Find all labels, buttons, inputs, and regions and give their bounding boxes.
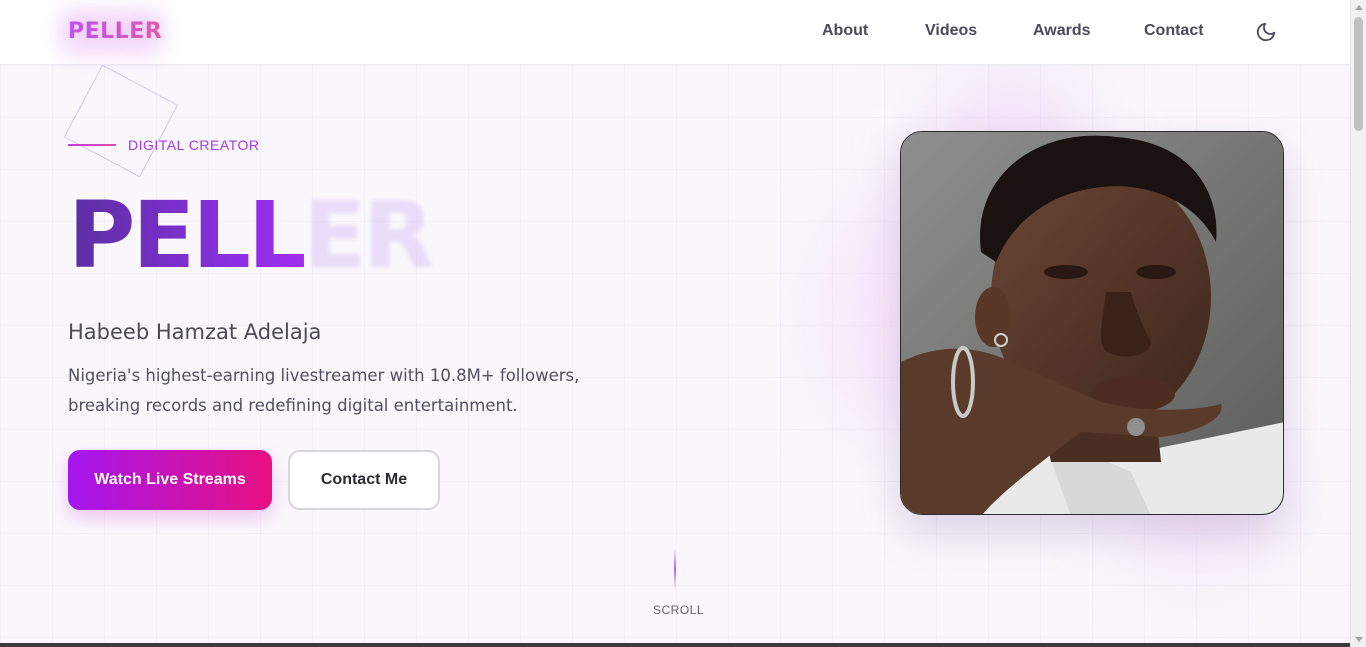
hero-title-faded: ER (303, 182, 435, 289)
window-bottom-edge (0, 643, 1350, 647)
eyebrow-line (68, 144, 116, 146)
page-scrollbar[interactable] (1350, 0, 1366, 647)
scroll-label[interactable]: SCROLL (653, 603, 704, 617)
site-header: PELLER About Videos Awards Contact (0, 0, 1350, 65)
watch-live-streams-button[interactable]: Watch Live Streams (68, 450, 272, 510)
moon-icon[interactable] (1255, 21, 1277, 43)
scrollbar-thumb[interactable] (1354, 17, 1363, 131)
nav-awards[interactable]: Awards (1033, 22, 1091, 40)
hero-name: Habeeb Hamzat Adelaja (68, 320, 322, 344)
contact-me-button[interactable]: Contact Me (288, 450, 440, 510)
hero-description: Nigeria's highest-earning livestreamer w… (68, 366, 580, 415)
eyebrow-text: DIGITAL CREATOR (128, 137, 260, 153)
scroll-down-arrow-icon[interactable] (1355, 637, 1363, 642)
hero-title-solid: PELL (68, 182, 307, 289)
portrait-photo (900, 131, 1284, 515)
nav-videos[interactable]: Videos (925, 22, 977, 40)
scroll-up-arrow-icon[interactable] (1355, 5, 1363, 10)
hero-title: PELLER (68, 190, 434, 282)
scroll-indicator-line (674, 548, 676, 590)
site-logo[interactable]: PELLER (68, 19, 162, 44)
nav-about[interactable]: About (822, 22, 868, 40)
nav-contact[interactable]: Contact (1144, 22, 1204, 40)
